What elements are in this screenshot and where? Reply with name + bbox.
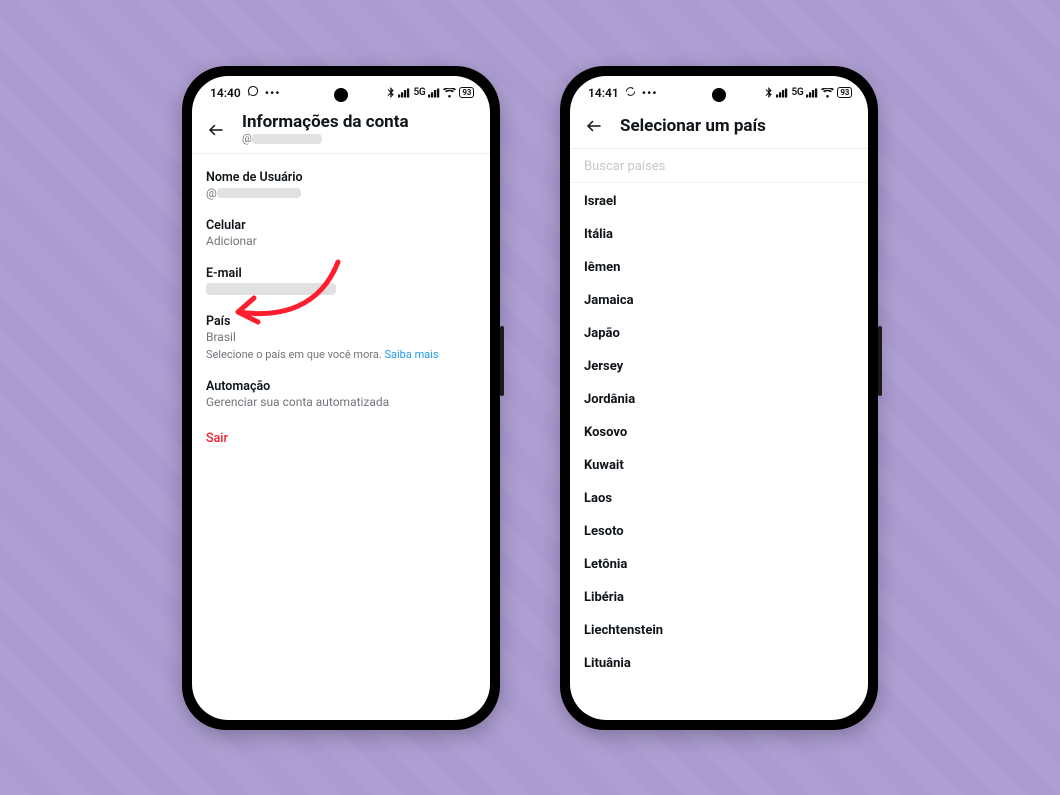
row-email[interactable]: E-mail: [206, 258, 476, 306]
country-list[interactable]: Israel Itália Iêmen Jamaica Japão Jersey…: [570, 183, 868, 720]
signal-bars-icon: [398, 88, 410, 98]
country-item[interactable]: Liechtenstein: [584, 614, 854, 647]
header-subtitle: @: [242, 132, 409, 145]
bluetooth-icon: [765, 87, 773, 98]
phone-frame-right: 14:41 ••• 5G: [560, 66, 878, 730]
row-country[interactable]: País Brasil Selecione o país em que você…: [206, 306, 476, 371]
label-phone: Celular: [206, 218, 476, 233]
network-label: 5G: [791, 87, 803, 98]
value-phone: Adicionar: [206, 234, 476, 248]
more-dots-icon: •••: [642, 86, 658, 100]
value-username: @: [206, 186, 476, 200]
network-label: 5G: [413, 87, 425, 98]
value-country: Brasil: [206, 330, 476, 344]
row-phone[interactable]: Celular Adicionar: [206, 210, 476, 258]
signal-bars-icon: [428, 88, 440, 98]
app-header: Selecionar um país: [570, 106, 868, 149]
header-text: Selecionar um país: [620, 116, 766, 136]
row-automation[interactable]: Automação Gerenciar sua conta automatiza…: [206, 371, 476, 419]
status-time: 14:40: [210, 86, 241, 100]
battery-icon: 93: [459, 87, 474, 98]
header-text: Informações da conta @: [242, 112, 409, 145]
value-automation: Gerenciar sua conta automatizada: [206, 395, 476, 409]
country-item[interactable]: Itália: [584, 218, 854, 251]
label-automation: Automação: [206, 379, 476, 394]
signal-bars-icon: [776, 88, 788, 98]
logout-button[interactable]: Sair: [206, 419, 476, 458]
redacted-username: [217, 188, 301, 198]
label-username: Nome de Usuário: [206, 170, 476, 185]
value-email: [206, 282, 476, 296]
country-item[interactable]: Laos: [584, 482, 854, 515]
country-item[interactable]: Jersey: [584, 350, 854, 383]
back-button[interactable]: [202, 116, 230, 144]
country-item[interactable]: Jordânia: [584, 383, 854, 416]
label-country: País: [206, 314, 476, 329]
page-title: Selecionar um país: [620, 116, 766, 136]
phone-screen-right: 14:41 ••• 5G: [570, 76, 868, 720]
country-item[interactable]: Kosovo: [584, 416, 854, 449]
phone-screen-left: 14:40 ••• 5G: [192, 76, 490, 720]
country-item[interactable]: Lituânia: [584, 647, 854, 680]
account-info-content: Nome de Usuário @ Celular Adicionar E-ma…: [192, 154, 490, 720]
battery-icon: 93: [837, 87, 852, 98]
country-item[interactable]: Iêmen: [584, 251, 854, 284]
phone-frame-left: 14:40 ••• 5G: [182, 66, 500, 730]
bluetooth-icon: [387, 87, 395, 98]
learn-more-link[interactable]: Saiba mais: [384, 348, 438, 361]
row-username[interactable]: Nome de Usuário @: [206, 162, 476, 210]
status-time: 14:41: [588, 86, 619, 100]
wifi-icon: [821, 88, 834, 98]
hint-country: Selecione o país em que você mora. Saiba…: [206, 348, 476, 361]
rotate-icon: [625, 86, 636, 100]
app-header: Informações da conta @: [192, 106, 490, 154]
page-title: Informações da conta: [242, 112, 409, 132]
country-item[interactable]: Japão: [584, 317, 854, 350]
wifi-icon: [443, 88, 456, 98]
country-item[interactable]: Lesoto: [584, 515, 854, 548]
more-dots-icon: •••: [265, 86, 281, 100]
whatsapp-icon: [247, 85, 259, 100]
search-countries-input[interactable]: Buscar países: [570, 149, 868, 183]
back-button[interactable]: [580, 112, 608, 140]
country-item[interactable]: Libéria: [584, 581, 854, 614]
camera-hole-icon: [712, 88, 726, 102]
country-item[interactable]: Jamaica: [584, 284, 854, 317]
country-item[interactable]: Israel: [584, 185, 854, 218]
redacted-username: [252, 134, 322, 144]
country-item[interactable]: Kuwait: [584, 449, 854, 482]
redacted-email: [206, 283, 336, 295]
signal-bars-icon: [806, 88, 818, 98]
country-item[interactable]: Letônia: [584, 548, 854, 581]
label-email: E-mail: [206, 266, 476, 281]
camera-hole-icon: [334, 88, 348, 102]
